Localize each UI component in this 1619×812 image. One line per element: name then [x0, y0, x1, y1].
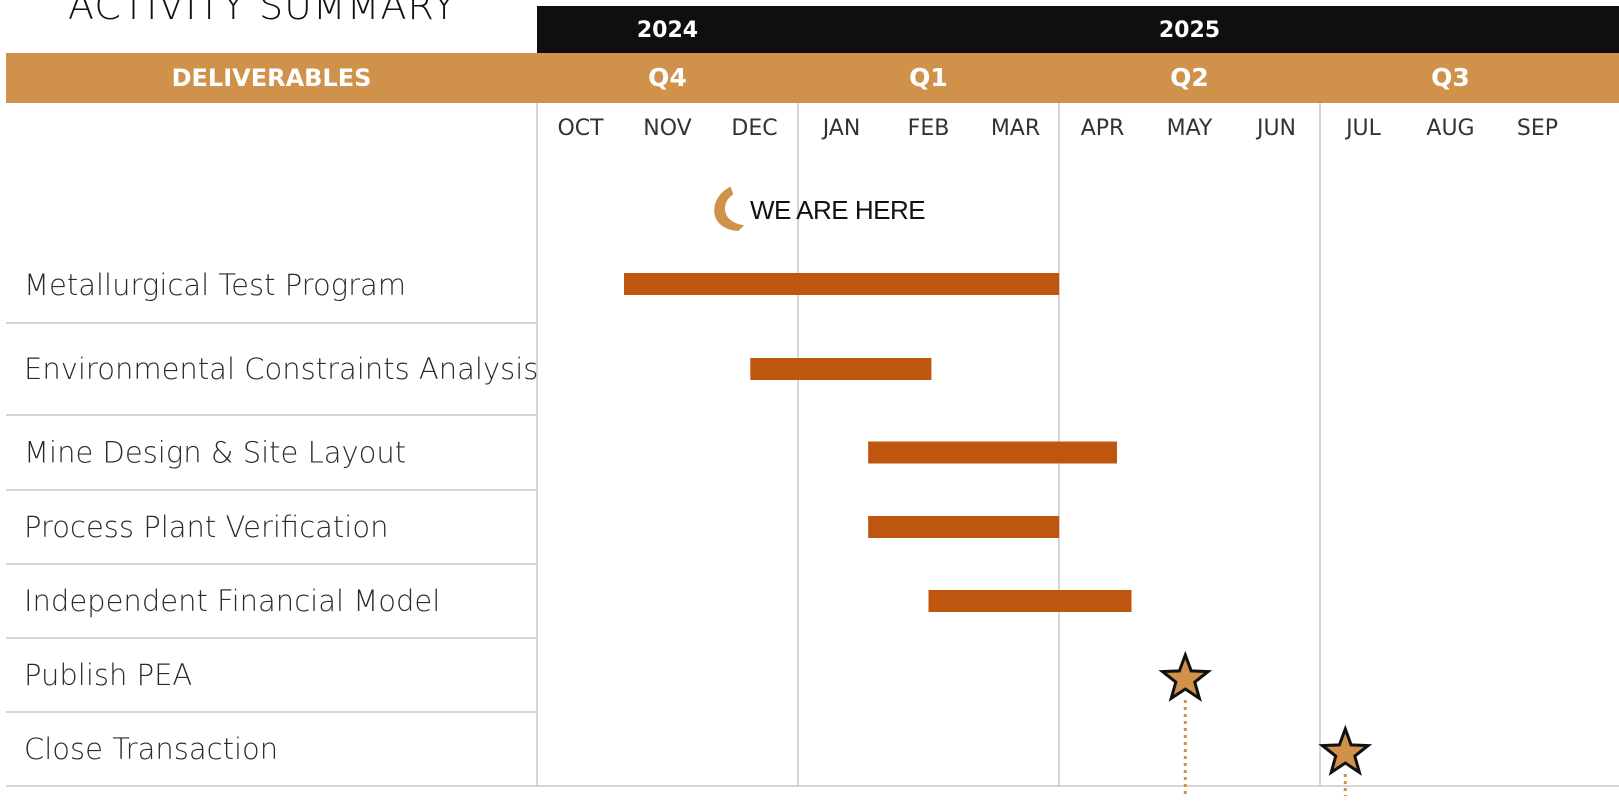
task-label: Process Plant Verification: [24, 510, 388, 544]
current-marker: WE ARE HERE: [714, 186, 926, 232]
milestone-star-icon: [1158, 650, 1213, 702]
month-label: APR: [1081, 116, 1125, 141]
quarter-label: Q1: [909, 63, 948, 92]
month-label: FEB: [908, 116, 950, 141]
year-label: 2025: [1159, 18, 1220, 43]
header-bands: 2024 2025 DELIVERABLES Q4 Q1 Q2 Q3 OCT NOV DEC JAN…: [6, 6, 1619, 141]
month-label: JAN: [821, 116, 861, 141]
deliverables-header: DELIVERABLES: [172, 64, 372, 92]
task-bar: [868, 441, 1117, 464]
task-bar: [750, 358, 932, 380]
task-label: Publish PEA: [24, 658, 192, 692]
task-label: Independent Financial Model: [24, 584, 440, 618]
task-label: Metallurgical Test Program: [24, 268, 406, 302]
month-label: MAY: [1167, 116, 1213, 141]
gantt-chart: 2024 2025 DELIVERABLES Q4 Q1 Q2 Q3 OCT NOV DEC JAN…: [6, 6, 1619, 796]
milestone-star-icon: [1318, 724, 1373, 776]
task-label: Environmental Constraints Analysis: [24, 352, 538, 386]
task-rows: Metallurgical Test Program Environmental …: [6, 268, 1619, 787]
year-label: 2024: [637, 18, 698, 43]
task-bar: [624, 273, 1060, 295]
month-label: DEC: [731, 116, 777, 141]
task-bar: [868, 516, 1060, 538]
month-label: OCT: [557, 116, 604, 141]
task-label: Mine Design & Site Layout: [24, 436, 406, 470]
year-band: [537, 6, 1619, 53]
task-bar: [928, 590, 1132, 612]
month-label: MAR: [991, 116, 1040, 141]
quarter-label: Q4: [648, 63, 687, 92]
we-are-here-icon: [714, 186, 745, 232]
task-marks: [624, 273, 1373, 796]
task-label: Close Transaction: [24, 732, 278, 766]
month-label: JUN: [1255, 116, 1296, 141]
month-label: NOV: [643, 116, 691, 141]
month-label: AUG: [1426, 116, 1474, 141]
month-label: JUL: [1344, 116, 1382, 141]
month-label: SEP: [1517, 116, 1558, 141]
quarter-label: Q3: [1431, 63, 1470, 92]
quarter-label: Q2: [1170, 63, 1209, 92]
we-are-here-label: WE ARE HERE: [750, 195, 925, 225]
